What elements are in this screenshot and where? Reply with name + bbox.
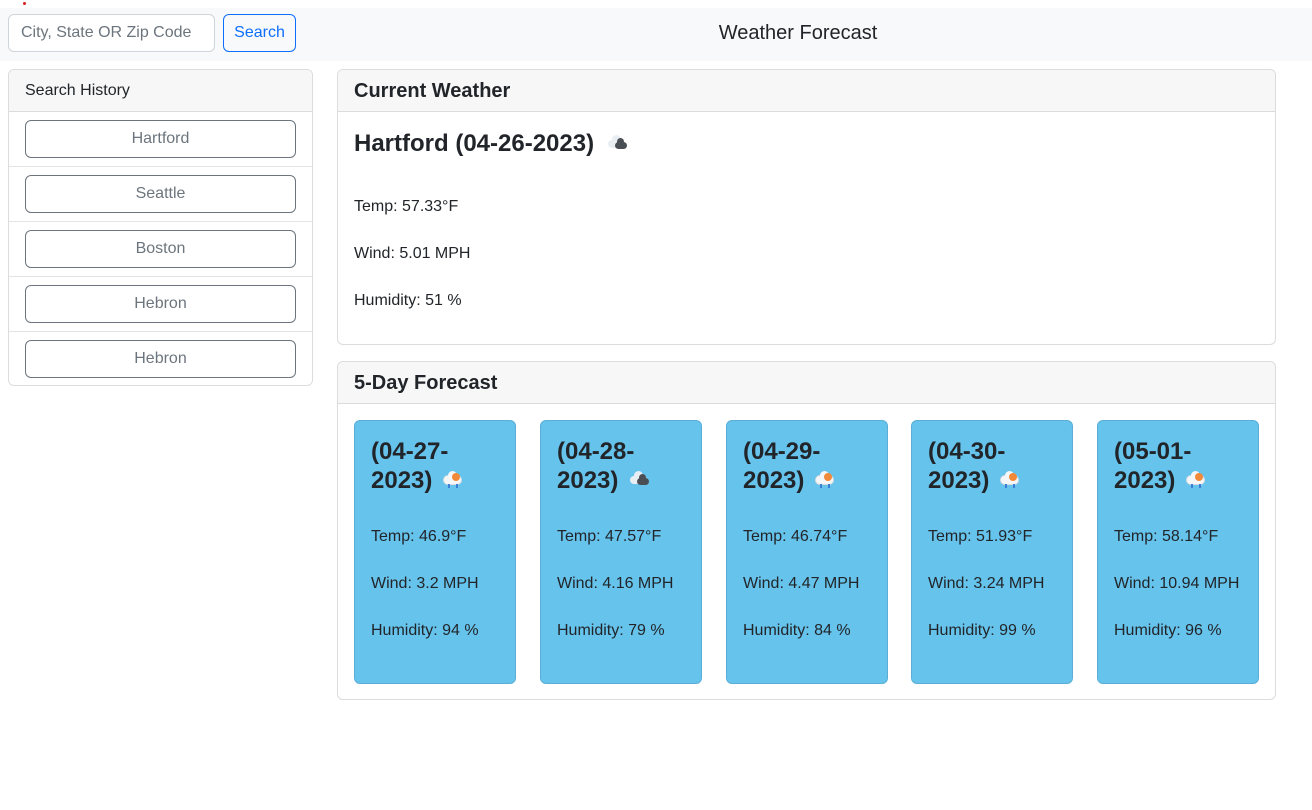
current-weather-title: Current Weather <box>338 70 1275 112</box>
history-button-seattle[interactable]: Seattle <box>25 175 296 213</box>
forecast-humidity: Humidity: 96 % <box>1114 622 1222 639</box>
forecast-day-card: (04-28-2023) Temp: 47.57°F Wind: 4.16 MP… <box>540 420 702 684</box>
forecast-wind: Wind: 3.2 MPH <box>371 575 479 592</box>
forecast-day-card: (04-27-2023) Temp: 46.9°F Wind: 3.2 MPH … <box>354 420 516 684</box>
forecast-date-text: (04-27-2023) <box>371 438 449 494</box>
forecast-date-text: (04-30-2023) <box>928 438 1006 494</box>
forecast-day-card: (04-29-2023) Temp: 46.74°F Wind: 4.47 MP… <box>726 420 888 684</box>
page-title: Weather Forecast <box>718 22 878 44</box>
forecast-wind: Wind: 10.94 MPH <box>1114 575 1240 592</box>
forecast-humidity: Humidity: 84 % <box>743 622 851 639</box>
forecast-wind: Wind: 4.47 MPH <box>743 575 860 592</box>
forecast-day-date: (05-01-2023) <box>1114 437 1214 495</box>
rain-icon <box>814 471 836 488</box>
rain-icon <box>442 471 464 488</box>
forecast-date-text: (04-29-2023) <box>743 438 821 494</box>
forecast-day-date: (04-30-2023) <box>928 437 1028 495</box>
search-history-title: Search History <box>9 70 312 112</box>
history-item: Seattle <box>9 167 312 222</box>
history-item: Hebron <box>9 277 312 332</box>
forecast-day-date: (04-29-2023) <box>743 437 843 495</box>
navbar: Search Weather Forecast <box>0 8 1312 61</box>
current-weather-panel: Current Weather Hartford (04-26-2023) Te… <box>337 69 1276 345</box>
forecast-temp: Temp: 51.93°F <box>928 528 1033 545</box>
current-humidity: Humidity: 51 % <box>354 292 462 309</box>
history-button-hartford[interactable]: Hartford <box>25 120 296 158</box>
current-weather-body: Hartford (04-26-2023) Temp: 57.33°F Wind… <box>338 112 1275 326</box>
forecast-title: 5-Day Forecast <box>338 362 1275 404</box>
broken-clouds-icon <box>628 471 650 488</box>
current-temp: Temp: 57.33°F <box>354 198 459 215</box>
forecast-temp: Temp: 46.9°F <box>371 528 467 545</box>
broken-clouds-icon <box>606 135 628 152</box>
history-button-hebron[interactable]: Hebron <box>25 285 296 323</box>
forecast-date-text: (04-28-2023) <box>557 438 635 494</box>
forecast-day-date: (04-28-2023) <box>557 437 657 495</box>
forecast-row: (04-27-2023) Temp: 46.9°F Wind: 3.2 MPH … <box>338 404 1275 699</box>
forecast-humidity: Humidity: 99 % <box>928 622 1036 639</box>
search-button[interactable]: Search <box>223 14 296 52</box>
search-input[interactable] <box>8 14 215 52</box>
forecast-temp: Temp: 47.57°F <box>557 528 662 545</box>
history-button-boston[interactable]: Boston <box>25 230 296 268</box>
red-dot-marker <box>23 2 26 5</box>
current-wind: Wind: 5.01 MPH <box>354 245 471 262</box>
forecast-humidity: Humidity: 94 % <box>371 622 479 639</box>
forecast-date-text: (05-01-2023) <box>1114 438 1192 494</box>
forecast-temp: Temp: 46.74°F <box>743 528 848 545</box>
history-item: Hebron <box>9 332 312 385</box>
current-city-date: Hartford (04-26-2023) <box>354 130 595 157</box>
forecast-humidity: Humidity: 79 % <box>557 622 665 639</box>
rain-icon <box>1185 471 1207 488</box>
search-history-panel: Search History Hartford Seattle Boston H… <box>8 69 313 386</box>
history-item: Boston <box>9 222 312 277</box>
forecast-panel: 5-Day Forecast (04-27-2023) Temp: 46.9°F… <box>337 361 1276 700</box>
current-city-heading: Hartford (04-26-2023) <box>354 128 1259 160</box>
history-item: Hartford <box>9 112 312 167</box>
forecast-wind: Wind: 3.24 MPH <box>928 575 1045 592</box>
forecast-wind: Wind: 4.16 MPH <box>557 575 674 592</box>
forecast-temp: Temp: 58.14°F <box>1114 528 1219 545</box>
rain-icon <box>999 471 1021 488</box>
forecast-day-card: (04-30-2023) Temp: 51.93°F Wind: 3.24 MP… <box>911 420 1073 684</box>
forecast-day-card: (05-01-2023) Temp: 58.14°F Wind: 10.94 M… <box>1097 420 1259 684</box>
history-button-hebron-2[interactable]: Hebron <box>25 340 296 378</box>
forecast-day-date: (04-27-2023) <box>371 437 471 495</box>
search-history-list: Hartford Seattle Boston Hebron Hebron <box>9 112 312 385</box>
